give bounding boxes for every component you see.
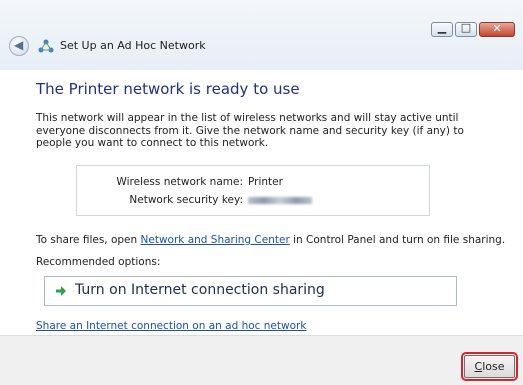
security-key-row: Network security key: <box>77 194 429 208</box>
ad-hoc-network-dialog: ▁ □ ✕ ◀ Set Up an Ad Hoc Network The Pri… <box>0 0 523 385</box>
security-key-value-blurred <box>248 197 312 204</box>
network-info-box: Wireless network name: Printer Network s… <box>76 165 430 216</box>
description-text: This network will appear in the list of … <box>36 112 464 149</box>
minimize-button[interactable]: ▁ <box>431 21 453 37</box>
network-name-value: Printer <box>248 176 283 188</box>
share-text-after: in Control Panel and turn on file sharin… <box>289 234 506 246</box>
recommended-options-label: Recommended options: <box>36 256 161 268</box>
window-title: Set Up an Ad Hoc Network <box>60 39 206 52</box>
ad-hoc-network-icon <box>38 39 54 53</box>
title-bar: ▁ □ ✕ ◀ Set Up an Ad Hoc Network <box>0 0 523 70</box>
back-button[interactable]: ◀ <box>9 36 29 56</box>
share-adhoc-link[interactable]: Share an Internet connection on an ad ho… <box>36 320 306 332</box>
minimize-icon: ▁ <box>437 21 447 34</box>
share-files-text: To share files, open Network and Sharing… <box>36 234 505 246</box>
content-area: The Printer network is ready to use This… <box>0 70 523 335</box>
back-arrow-icon: ◀ <box>14 38 24 52</box>
close-button-rest: lose <box>482 360 505 373</box>
close-button[interactable]: Close <box>461 352 518 381</box>
network-sharing-center-link[interactable]: Network and Sharing Center <box>141 234 290 246</box>
internet-sharing-option-button[interactable]: Turn on Internet connection sharing <box>44 276 457 306</box>
green-arrow-icon <box>56 286 66 296</box>
window-close-button[interactable]: ✕ <box>479 22 515 37</box>
network-name-row: Wireless network name: Printer <box>77 176 429 190</box>
caption-controls: ▁ □ ✕ <box>431 21 515 37</box>
maximize-icon: □ <box>460 21 472 34</box>
maximize-button[interactable]: □ <box>455 21 477 37</box>
dialog-footer: Close <box>0 335 523 385</box>
internet-sharing-option-label: Turn on Internet connection sharing <box>75 282 325 298</box>
security-key-label: Network security key: <box>129 194 243 206</box>
close-icon: ✕ <box>492 22 502 35</box>
network-name-label: Wireless network name: <box>116 176 243 188</box>
page-heading: The Printer network is ready to use <box>36 80 300 98</box>
share-text-before: To share files, open <box>36 234 141 246</box>
